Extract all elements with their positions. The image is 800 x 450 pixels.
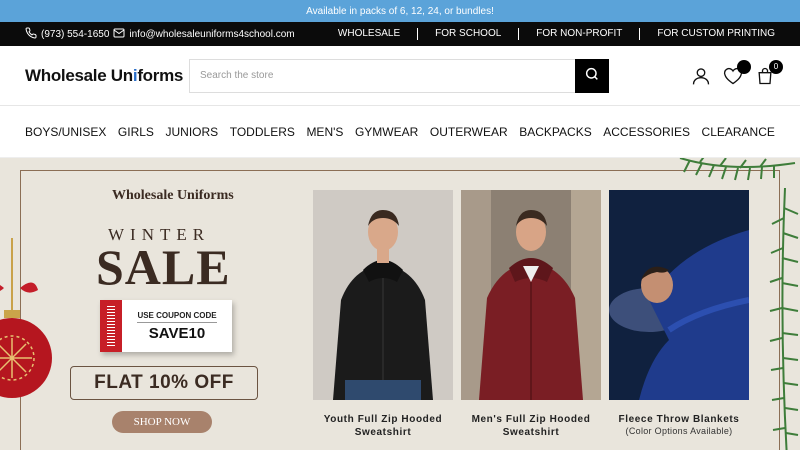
product-subtitle: (Color Options Available): [625, 426, 733, 436]
fern-decoration-right-icon: [769, 188, 799, 450]
top-link-wholesale[interactable]: WHOLESALE: [321, 28, 417, 40]
top-link-for-school[interactable]: FOR SCHOOL: [417, 28, 518, 40]
hero-banner[interactable]: Wholesale Uniforms WINTER SALE USE COUPO…: [0, 158, 800, 450]
top-link-custom-printing[interactable]: FOR CUSTOM PRINTING: [639, 28, 775, 40]
top-link-for-non-profit[interactable]: FOR NON-PROFIT: [518, 28, 639, 40]
mens-hoodie-image: [461, 190, 601, 400]
fleece-blanket-image: [609, 190, 750, 400]
mail-icon: [113, 27, 125, 42]
nav-mens[interactable]: MEN'S: [306, 125, 343, 139]
nav-juniors[interactable]: JUNIORS: [166, 125, 219, 139]
product-card-mens-hoodie[interactable]: Men's Full Zip Hooded Sweatshirt: [461, 190, 601, 439]
phone-icon: [25, 26, 37, 42]
phone-link[interactable]: (973) 554-1650: [41, 29, 109, 40]
wishlist-icon[interactable]: [723, 59, 751, 86]
account-icon[interactable]: [691, 66, 711, 86]
nav-accessories[interactable]: ACCESSORIES: [603, 125, 690, 139]
promo-sale: SALE: [96, 239, 231, 295]
nav-boys-unisex[interactable]: BOYS/UNISEX: [25, 125, 106, 139]
cart-count-badge: 0: [769, 59, 783, 74]
shop-now-button[interactable]: SHOP NOW: [112, 411, 212, 433]
nav-clearance[interactable]: CLEARANCE: [702, 125, 775, 139]
announcement-text: Available in packs of 6, 12, 24, or bund…: [306, 5, 494, 17]
nav-toddlers[interactable]: TODDLERS: [230, 125, 295, 139]
contact-info: (973) 554-1650 info@wholesaleuniforms4sc…: [25, 26, 295, 42]
promo-brand: Wholesale Uniforms: [112, 188, 234, 203]
search-bar: [189, 58, 609, 93]
nav-outerwear[interactable]: OUTERWEAR: [430, 125, 508, 139]
cart-icon[interactable]: 0: [755, 59, 783, 86]
nav-backpacks[interactable]: BACKPACKS: [519, 125, 591, 139]
search-icon: [584, 66, 600, 85]
coupon-code: SAVE10: [148, 324, 206, 342]
product-title: Youth Full Zip Hooded Sweatshirt: [323, 414, 443, 438]
product-card-youth-hoodie[interactable]: Youth Full Zip Hooded Sweatshirt: [313, 190, 453, 439]
youth-hoodie-image: [313, 190, 453, 400]
coupon-label: USE COUPON CODE: [137, 311, 217, 323]
product-card-fleece-blanket[interactable]: Fleece Throw Blankets (Color Options Ava…: [609, 190, 750, 436]
main-nav: BOYS/UNISEX GIRLS JUNIORS TODDLERS MEN'S…: [0, 106, 800, 158]
nav-girls[interactable]: GIRLS: [118, 125, 154, 139]
product-title: Fleece Throw Blankets: [618, 414, 740, 425]
site-header: Wholesale Uniforms 0: [0, 46, 800, 106]
nav-gymwear[interactable]: GYMWEAR: [355, 125, 418, 139]
email-link[interactable]: info@wholesaleuniforms4school.com: [129, 29, 294, 40]
site-logo[interactable]: Wholesale Uniforms: [25, 66, 189, 86]
search-input[interactable]: [189, 58, 575, 93]
search-button[interactable]: [575, 58, 609, 93]
coupon-barcode-icon: [100, 300, 122, 352]
offer-text: FLAT 10% OFF: [70, 366, 258, 400]
top-bar: (973) 554-1650 info@wholesaleuniforms4sc…: [0, 22, 800, 46]
top-links: WHOLESALE FOR SCHOOL FOR NON-PROFIT FOR …: [321, 28, 775, 40]
product-title: Men's Full Zip Hooded Sweatshirt: [471, 414, 591, 438]
wishlist-badge: [737, 59, 751, 74]
header-icons: 0: [691, 59, 783, 86]
ornament-icon: [0, 238, 52, 398]
promo-panel: Wholesale Uniforms WINTER SALE USE COUPO…: [60, 158, 310, 450]
announcement-bar: Available in packs of 6, 12, 24, or bund…: [0, 0, 800, 22]
coupon-ticket: USE COUPON CODE SAVE10: [100, 300, 232, 352]
